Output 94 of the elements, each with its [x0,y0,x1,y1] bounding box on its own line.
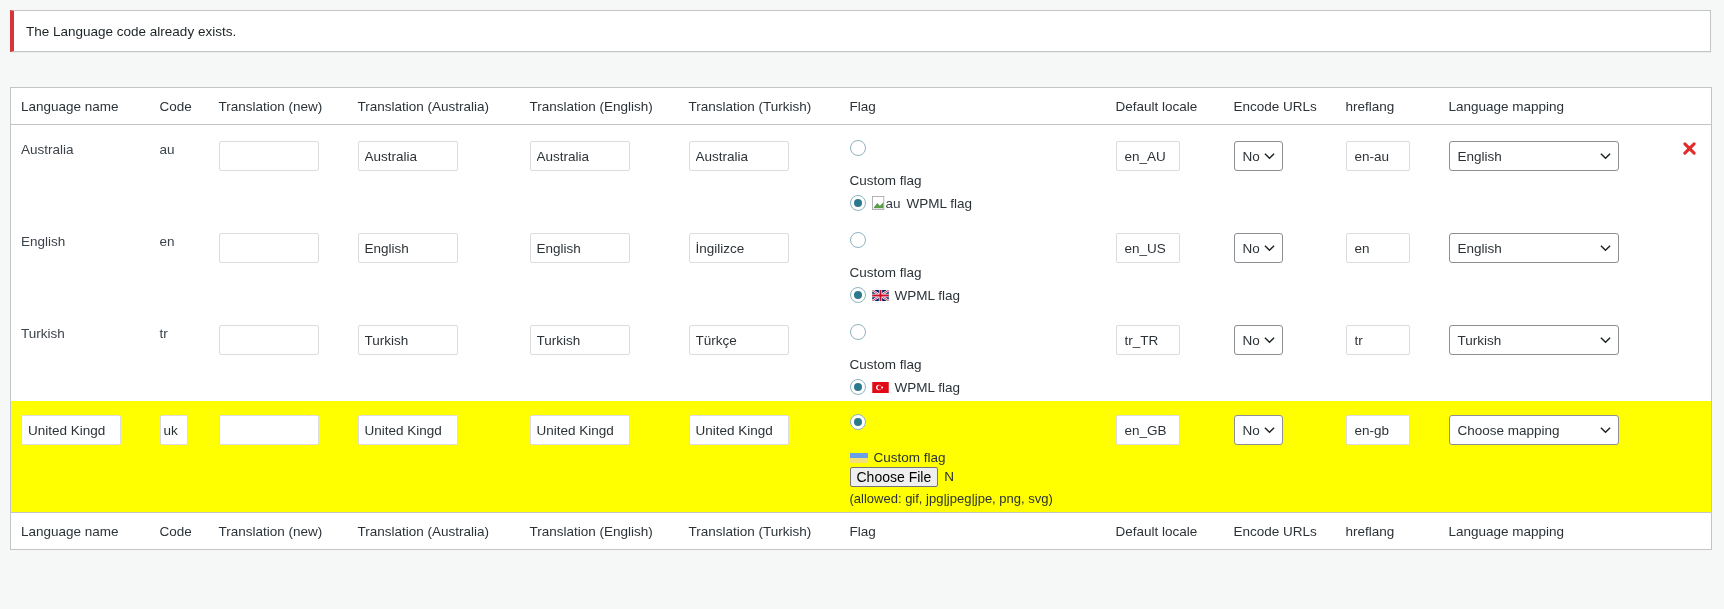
chevron-down-icon [1599,336,1611,344]
locale-field[interactable]: tr_TR [1115,325,1180,355]
column-footer: Language name [10,512,150,550]
wpml-flag-label: WPML flag [906,195,973,211]
column-header: Translation (Turkish) [678,87,840,125]
flag-icon [871,381,889,393]
column-header: Language mapping [1438,87,1673,125]
encode-urls-select[interactable]: No [1233,141,1283,171]
custom-flag-label: Custom flag [849,173,922,188]
language-code: au [159,142,175,157]
translation-field[interactable] [218,141,319,171]
translation-field[interactable] [218,325,319,355]
translation-field[interactable]: English [357,233,458,263]
encode-urls-select[interactable]: No [1233,233,1283,263]
translation-field[interactable]: Turkish [529,325,630,355]
column-footer: hreflang [1335,512,1439,550]
column-header: Flag [839,87,1106,125]
language-name: Australia [21,142,74,157]
custom-flag-image-icon [849,452,868,463]
language-mapping-select[interactable]: Turkish [1448,325,1619,355]
column-footer: Encode URLs [1223,512,1336,550]
translation-field[interactable]: United Kingd [357,415,458,445]
column-footer: Language mapping [1438,512,1673,550]
flag-radio[interactable] [849,414,866,430]
flag-alt-text: au [885,195,901,211]
column-footer: Code [149,512,209,550]
column-footer: Flag [839,512,1106,550]
wpml-flag-label: WPML flag [894,379,961,395]
allowed-types-text: (allowed: gif, jpg|jpeg|jpe, png, svg) [849,491,1053,506]
code-field[interactable]: uk [159,415,188,445]
flag-radio[interactable] [849,140,866,156]
hreflang-field[interactable]: en-au [1345,141,1410,171]
column-footer: Translation (English) [519,512,679,550]
column-header: Code [149,87,209,125]
translation-field[interactable]: İngilizce [688,233,789,263]
translation-field[interactable]: Australia [688,141,789,171]
column-footer: Translation (Australia) [347,512,520,550]
chevron-down-icon [1263,426,1275,434]
chevron-down-icon [1263,336,1275,344]
language-name: Turkish [21,326,65,341]
translation-field[interactable]: English [529,233,630,263]
translation-field[interactable]: Australia [529,141,630,171]
flag-icon [871,289,889,301]
file-status-text: N [944,468,954,484]
language-code: en [159,234,175,249]
encode-urls-select[interactable]: No [1233,325,1283,355]
column-header: Translation (English) [519,87,679,125]
broken-image-icon [871,195,886,211]
column-header: hreflang [1335,87,1439,125]
wpml-flag-radio[interactable] [849,379,866,395]
column-footer: Default locale [1105,512,1224,550]
wpml-flag-label: WPML flag [894,287,961,303]
hreflang-field[interactable]: tr [1345,325,1410,355]
chevron-down-icon [1263,152,1275,160]
chevron-down-icon [1599,152,1611,160]
column-footer: Translation (new) [208,512,348,550]
translation-field[interactable]: United Kingd [688,415,789,445]
column-header: Translation (Australia) [347,87,520,125]
column-header: Default locale [1105,87,1224,125]
wpml-flag-radio[interactable] [849,287,866,303]
notice-text: The Language code already exists. [26,23,237,39]
translation-field[interactable] [218,415,319,445]
flag-radio[interactable] [849,232,866,248]
choose-file-button[interactable]: Choose File [849,467,939,487]
column-header: Language name [10,87,150,125]
wpml-flag-radio[interactable] [849,195,866,211]
locale-field[interactable]: en_US [1115,233,1180,263]
delete-icon[interactable] [1682,142,1696,155]
hreflang-field[interactable]: en-gb [1345,415,1410,445]
column-header: Encode URLs [1223,87,1336,125]
language-mapping-select[interactable]: English [1448,233,1619,263]
column-footer: Translation (Turkish) [678,512,840,550]
column-header: Translation (new) [208,87,348,125]
custom-flag-label: Custom flag [873,450,946,465]
flag-radio[interactable] [849,324,866,340]
custom-flag-label: Custom flag [849,357,922,372]
encode-urls-select[interactable]: No [1233,415,1283,445]
language-mapping-select[interactable]: English [1448,141,1619,171]
translation-field[interactable]: United Kingd [529,415,630,445]
language-code: tr [159,326,168,341]
chevron-down-icon [1599,426,1611,434]
chevron-down-icon [1599,244,1611,252]
translation-field[interactable]: Australia [357,141,458,171]
locale-field[interactable]: en_AU [1115,141,1180,171]
language-name-field[interactable]: United Kingd [21,415,121,445]
hreflang-field[interactable]: en [1345,233,1410,263]
translation-field[interactable]: Türkçe [688,325,789,355]
locale-field[interactable]: en_GB [1115,415,1180,445]
language-name: English [21,234,66,249]
translation-field[interactable] [218,233,319,263]
chevron-down-icon [1263,244,1275,252]
custom-flag-label: Custom flag [849,265,922,280]
language-mapping-select[interactable]: Choose mapping [1448,415,1619,445]
translation-field[interactable]: Turkish [357,325,458,355]
